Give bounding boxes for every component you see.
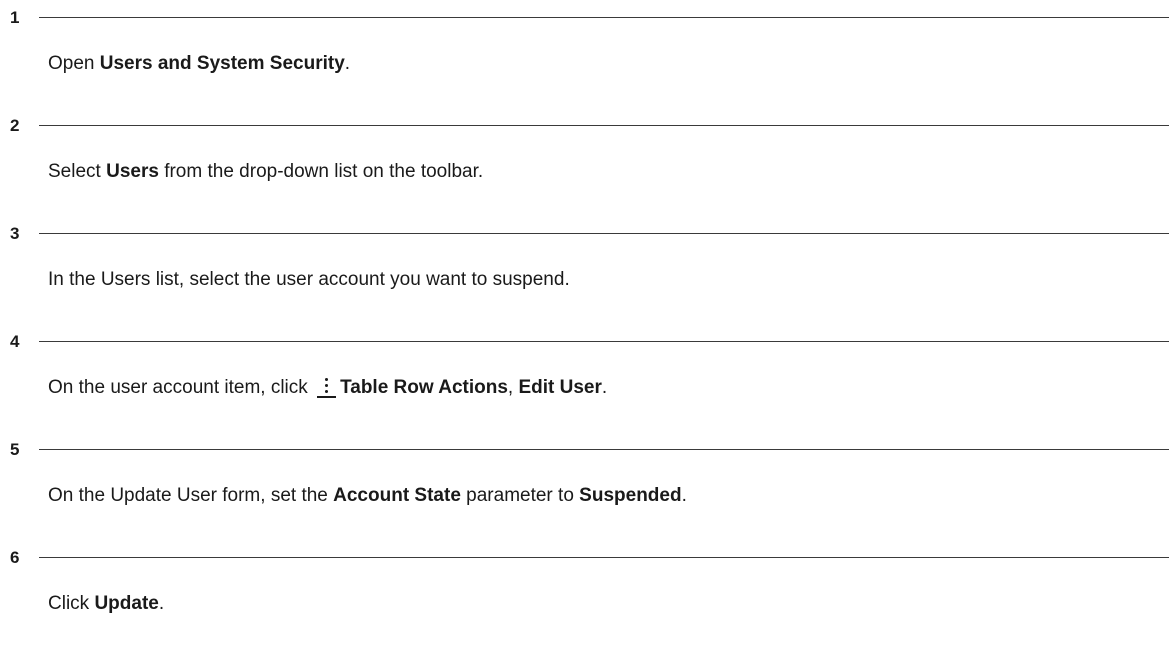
ui-term-suspended: Suspended — [579, 485, 682, 506]
instruction-text: Open — [48, 53, 100, 74]
instruction-text: . — [158, 593, 165, 614]
step-instruction: Select Users from the drop-down list on … — [48, 160, 483, 184]
step-header: 5 — [10, 439, 1169, 461]
step-instruction: On the Update User form, set the Account… — [48, 484, 687, 508]
instruction-text: On the Update User form, set the — [48, 485, 334, 506]
step-number: 3 — [10, 224, 20, 243]
ui-term-table-row-actions: Table Row Actions — [340, 377, 508, 398]
step-number: 6 — [10, 548, 20, 567]
step-6: 6 Click Update. — [0, 540, 1171, 648]
instruction-text: parameter to — [460, 485, 580, 506]
step-header: 4 — [10, 331, 1169, 353]
step-3: 3 In the Users list, select the user acc… — [0, 216, 1171, 324]
instruction-text: Select — [48, 161, 107, 182]
step-number: 4 — [10, 332, 20, 351]
kebab-menu-icon — [317, 376, 337, 398]
instruction-text: On the user account item, click — [48, 377, 314, 398]
ui-term-update: Update — [94, 593, 159, 614]
ui-term-users: Users — [106, 161, 159, 182]
step-2: 2 Select Users from the drop-down list o… — [0, 108, 1171, 216]
ui-term-edit-user: Edit User — [518, 377, 602, 398]
step-header: 6 — [10, 547, 1169, 569]
step-divider — [39, 449, 1169, 450]
step-header: 2 — [10, 115, 1169, 137]
step-divider — [39, 125, 1169, 126]
ui-term-users-and-system-security: Users and System Security — [99, 53, 345, 74]
step-divider — [39, 341, 1169, 342]
step-header: 1 — [10, 7, 1169, 29]
instruction-text: . — [344, 53, 351, 74]
step-number: 2 — [10, 116, 20, 135]
instruction-text: Click — [48, 593, 95, 614]
step-instruction: Open Users and System Security. — [48, 52, 350, 76]
instruction-text: . — [681, 485, 687, 506]
step-instruction: Click Update. — [48, 592, 164, 616]
instruction-text: , — [507, 377, 519, 398]
step-divider — [39, 557, 1169, 558]
ui-term-account-state: Account State — [333, 485, 461, 506]
instruction-text: . — [601, 377, 608, 398]
step-divider — [39, 233, 1169, 234]
step-4: 4 On the user account item, click Table … — [0, 324, 1171, 432]
step-divider — [39, 17, 1169, 18]
instruction-text: In the Users list, select the user accou… — [48, 269, 570, 290]
step-number: 1 — [10, 8, 20, 27]
step-instruction: On the user account item, click Table Ro… — [48, 376, 607, 400]
step-number: 5 — [10, 440, 20, 459]
step-header: 3 — [10, 223, 1169, 245]
step-instruction: In the Users list, select the user accou… — [48, 268, 570, 292]
procedure-steps: 1 Open Users and System Security. 2 Sele… — [0, 0, 1171, 648]
instruction-text: from the drop-down list on the toolbar. — [158, 161, 484, 182]
step-5: 5 On the Update User form, set the Accou… — [0, 432, 1171, 540]
step-1: 1 Open Users and System Security. — [0, 0, 1171, 108]
